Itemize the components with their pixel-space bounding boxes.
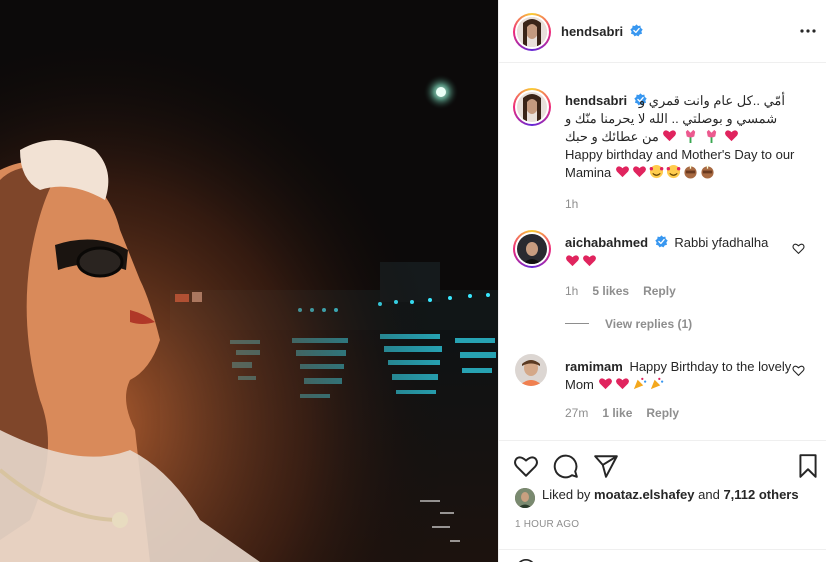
commenter-username[interactable]: ramimam (565, 359, 623, 374)
red-heart-emoji-icon (615, 378, 629, 390)
view-replies-line (565, 323, 589, 324)
cake-emoji-icon (684, 164, 697, 179)
comment-like-heart-icon[interactable] (792, 242, 805, 255)
caption-arabic-line1: أمّي ..كل عام وانت قمري و (638, 93, 785, 108)
more-options-icon[interactable] (799, 22, 817, 40)
comment-like-heart-icon[interactable] (792, 364, 805, 377)
comment-reply-button[interactable]: Reply (646, 406, 679, 420)
red-heart-emoji-icon (725, 130, 739, 142)
caption-arabic-line3-row: من عطائك و حبك (565, 128, 795, 146)
verified-badge-icon (630, 24, 643, 37)
comment-text: Rabbi yfadhalha (674, 235, 769, 250)
caption-username[interactable]: hendsabri (565, 93, 627, 108)
comment-time[interactable]: 1h (565, 284, 578, 298)
caption-arabic-line3: من عطائك و حبك (565, 129, 659, 144)
paper-plane-icon[interactable] (593, 453, 619, 479)
commenter-avatar[interactable] (513, 230, 551, 268)
heart-icon[interactable] (513, 453, 539, 479)
liker-avatar[interactable] (515, 488, 535, 508)
red-heart-emoji-icon (663, 130, 677, 142)
photo-scene (0, 0, 498, 562)
post-photo[interactable] (0, 0, 498, 562)
red-heart-emoji-icon (583, 255, 596, 267)
caption-avatar[interactable] (513, 88, 551, 126)
tulip-emoji-icon (706, 129, 716, 143)
author-avatar[interactable] (513, 13, 551, 51)
party-popper-emoji-icon (650, 377, 663, 390)
cake-emoji-icon (701, 164, 714, 179)
view-replies-button[interactable]: View replies (1) (565, 317, 692, 331)
post-timestamp[interactable]: 1 HOUR AGO (515, 519, 579, 530)
red-heart-emoji-icon (566, 255, 579, 267)
caption-time[interactable]: 1h (565, 197, 578, 211)
liked-by-count[interactable]: 7,112 others (723, 487, 798, 502)
emoji-icon[interactable] (515, 558, 537, 562)
post-actions: Liked by moataz.elshafey and 7,112 other… (499, 440, 826, 562)
post-header: hendsabri (499, 0, 826, 63)
bookmark-icon[interactable] (795, 453, 821, 479)
tulip-emoji-icon (685, 129, 696, 143)
comment-likes[interactable]: 5 likes (592, 284, 629, 298)
comment-reply-button[interactable]: Reply (643, 284, 676, 298)
red-heart-emoji-icon (615, 166, 629, 178)
liked-by-user[interactable]: moataz.elshafey (594, 487, 694, 502)
comment-likes[interactable]: 1 like (602, 406, 632, 420)
add-comment-row[interactable] (499, 549, 826, 562)
commenter-avatar[interactable] (515, 354, 547, 386)
comment-icon[interactable] (553, 453, 579, 479)
verified-badge-icon (655, 235, 668, 248)
red-heart-emoji-icon (632, 166, 646, 178)
caption-english: Happy birthday and Mother's Day to our M… (565, 147, 795, 180)
liked-by-text: Liked by moataz.elshafey and 7,112 other… (542, 487, 799, 502)
party-popper-emoji-icon (633, 377, 646, 390)
caption-arabic-line2: شمسي و بوصلتي .. الله لا يحرمنا منّك و (565, 111, 778, 126)
commenter-username[interactable]: aichabahmed (565, 235, 648, 250)
comment-time[interactable]: 27m (565, 406, 588, 420)
red-heart-emoji-icon (598, 378, 612, 390)
post-side-panel: hendsabri hendsabri أمّي ..كل عام وانت ق… (498, 0, 826, 562)
author-username[interactable]: hendsabri (561, 24, 623, 39)
smiling-hearts-emoji-icon (649, 164, 664, 179)
smiling-hearts-emoji-icon (666, 164, 681, 179)
